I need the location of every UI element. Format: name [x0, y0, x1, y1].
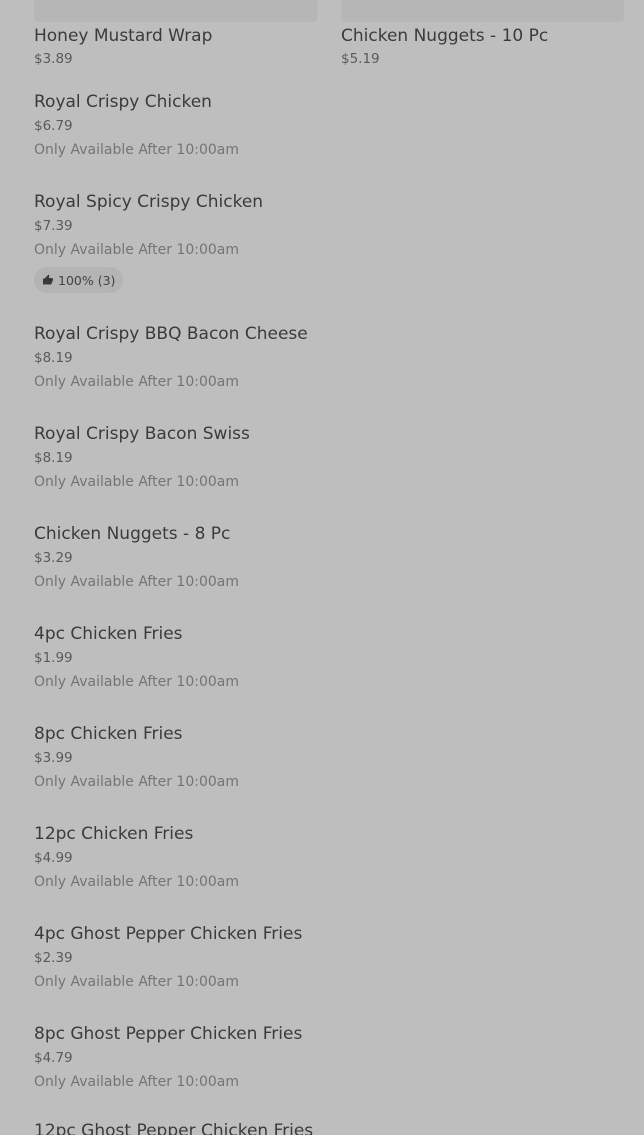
availability-note: Only Available After 10:00am	[34, 774, 239, 790]
menu-item-chicken-nuggets-8[interactable]: Chicken Nuggets - 8 Pc $3.29 Only Availa…	[34, 524, 624, 620]
availability-note: Only Available After 10:00am	[34, 574, 239, 590]
menu-item-name: Royal Crispy Bacon Swiss	[34, 424, 250, 444]
featured-item-name: Honey Mustard Wrap	[34, 26, 213, 46]
menu-item-name: Chicken Nuggets - 8 Pc	[34, 524, 231, 544]
menu-item-price: $3.99	[34, 750, 73, 766]
menu-item-name: 12pc Ghost Pepper Chicken Fries	[34, 1121, 314, 1135]
menu-item-name: 8pc Chicken Fries	[34, 724, 183, 744]
menu-item-name: Royal Crispy BBQ Bacon Cheese	[34, 324, 308, 344]
menu-item-12pc-chicken-fries[interactable]: 12pc Chicken Fries $4.99 Only Available …	[34, 824, 624, 920]
availability-note: Only Available After 10:00am	[34, 242, 239, 258]
menu-item-8pc-chicken-fries[interactable]: 8pc Chicken Fries $3.99 Only Available A…	[34, 724, 624, 820]
menu-item-name: 4pc Ghost Pepper Chicken Fries	[34, 924, 303, 944]
menu-item-name: 4pc Chicken Fries	[34, 624, 183, 644]
menu-item-royal-crispy-bbq-bacon-cheese[interactable]: Royal Crispy BBQ Bacon Cheese $8.19 Only…	[34, 324, 624, 420]
availability-note: Only Available After 10:00am	[34, 874, 239, 890]
menu-item-price: $8.19	[34, 450, 73, 466]
menu-item-price: $7.39	[34, 218, 73, 234]
menu-item-price: $2.39	[34, 950, 73, 966]
menu-item-price: $3.29	[34, 550, 73, 566]
thumbs-up-icon	[42, 274, 54, 286]
availability-note: Only Available After 10:00am	[34, 374, 239, 390]
menu-item-price: $8.19	[34, 350, 73, 366]
availability-note: Only Available After 10:00am	[34, 974, 239, 990]
menu-item-8pc-ghost-pepper-chicken-fries[interactable]: 8pc Ghost Pepper Chicken Fries $4.79 Onl…	[34, 1024, 624, 1120]
rating-text: 100% (3)	[58, 272, 116, 288]
menu-item-name: Royal Spicy Crispy Chicken	[34, 192, 264, 212]
menu-item-royal-crispy-chicken[interactable]: Royal Crispy Chicken $6.79 Only Availabl…	[34, 92, 624, 188]
menu-item-royal-spicy-crispy-chicken[interactable]: Royal Spicy Crispy Chicken $7.39 Only Av…	[34, 192, 624, 302]
menu-item-4pc-chicken-fries[interactable]: 4pc Chicken Fries $1.99 Only Available A…	[34, 624, 624, 720]
availability-note: Only Available After 10:00am	[34, 142, 239, 158]
availability-note: Only Available After 10:00am	[34, 674, 239, 690]
featured-items-row: Honey Mustard Wrap $3.89 Chicken Nuggets…	[34, 0, 624, 72]
availability-note: Only Available After 10:00am	[34, 1074, 239, 1090]
featured-item-chicken-nuggets-10[interactable]: Chicken Nuggets - 10 Pc $5.19	[341, 0, 624, 67]
rating-badge: 100% (3)	[34, 267, 124, 293]
menu-item-4pc-ghost-pepper-chicken-fries[interactable]: 4pc Ghost Pepper Chicken Fries $2.39 Onl…	[34, 924, 624, 1020]
featured-item-image[interactable]	[341, 0, 624, 22]
availability-note: Only Available After 10:00am	[34, 474, 239, 490]
featured-item-price: $5.19	[341, 51, 380, 67]
menu-item-price: $4.79	[34, 1050, 73, 1066]
menu-item-name: 12pc Chicken Fries	[34, 824, 194, 844]
menu-item-royal-crispy-bacon-swiss[interactable]: Royal Crispy Bacon Swiss $8.19 Only Avai…	[34, 424, 624, 520]
featured-item-name: Chicken Nuggets - 10 Pc	[341, 26, 549, 46]
menu-item-price: $1.99	[34, 650, 73, 666]
menu-item-12pc-ghost-pepper-chicken-fries[interactable]: 12pc Ghost Pepper Chicken Fries	[34, 1121, 624, 1135]
menu-item-name: 8pc Ghost Pepper Chicken Fries	[34, 1024, 303, 1044]
menu-item-price: $4.99	[34, 850, 73, 866]
menu-item-price: $6.79	[34, 118, 73, 134]
featured-item-image[interactable]	[34, 0, 317, 22]
featured-item-honey-mustard-wrap[interactable]: Honey Mustard Wrap $3.89	[34, 0, 317, 67]
featured-item-price: $3.89	[34, 51, 73, 67]
menu-item-name: Royal Crispy Chicken	[34, 92, 212, 112]
